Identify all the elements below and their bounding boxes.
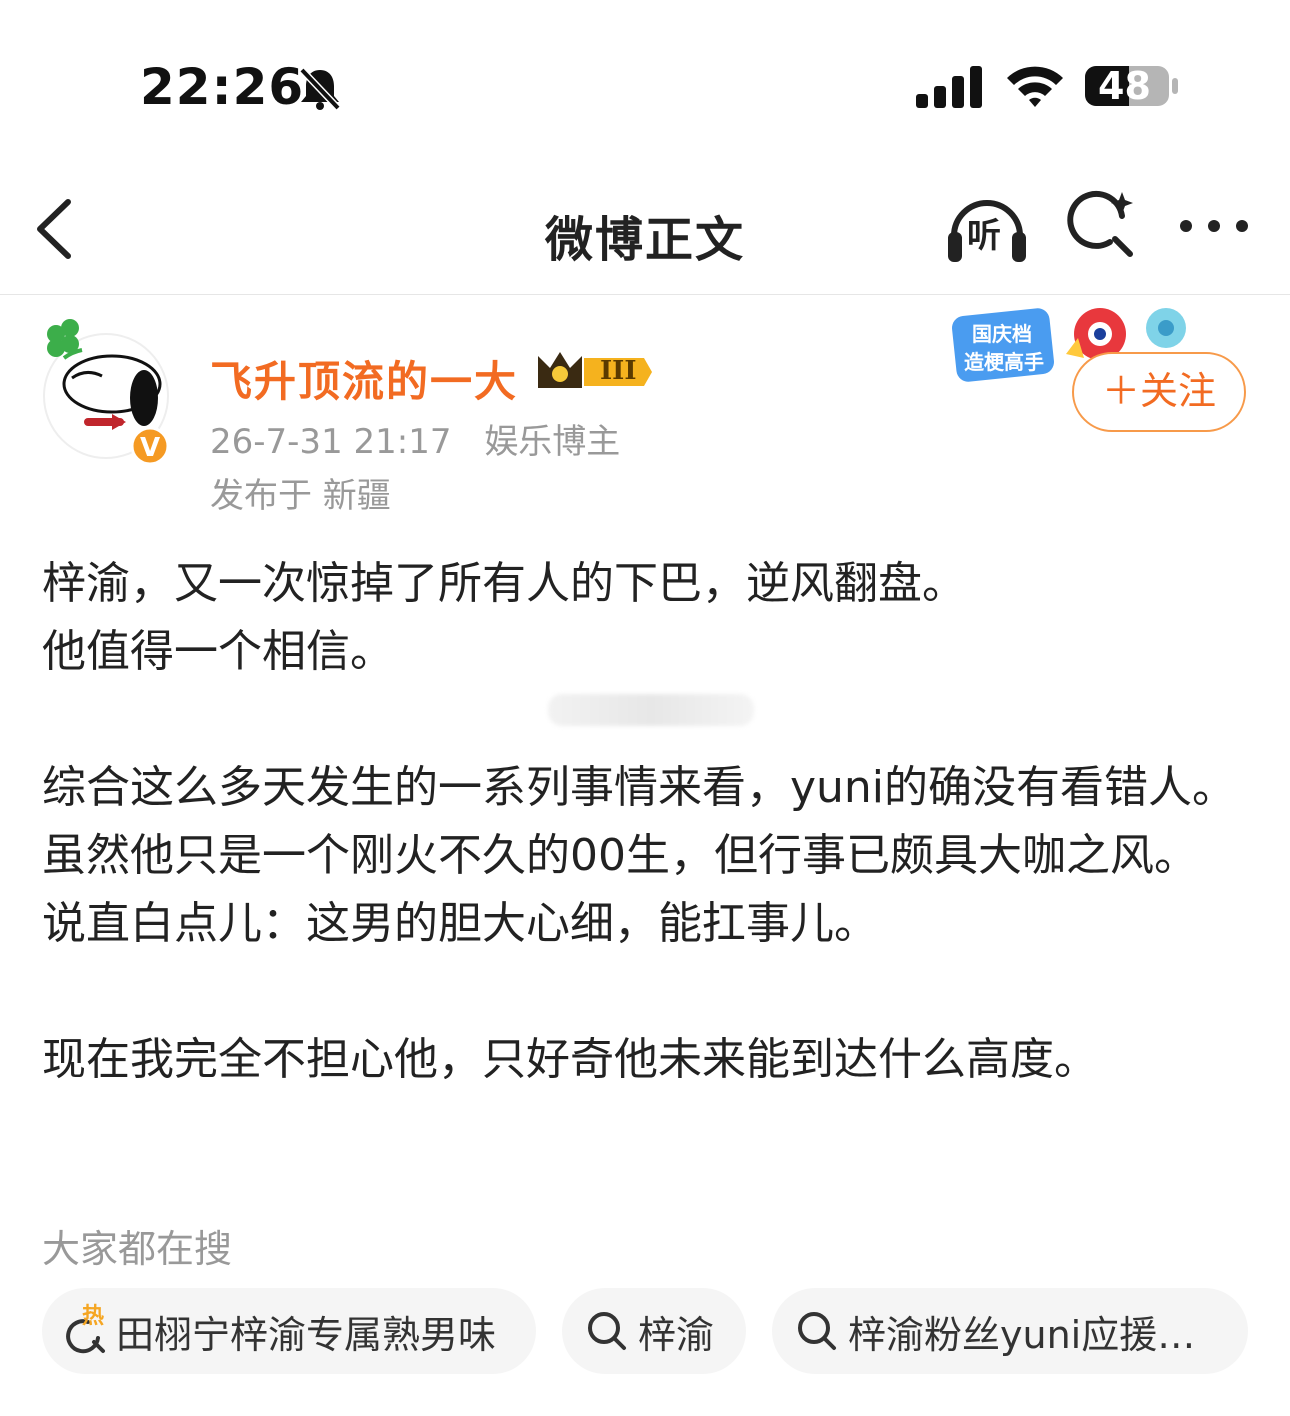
promo-text-2: 造梗高手: [964, 350, 1044, 374]
battery-level: 48: [1098, 64, 1151, 108]
hot-badge: 热: [82, 1304, 105, 1329]
svg-text:V: V: [140, 433, 160, 463]
post-timestamp: 26-7-31 21:17: [210, 422, 452, 462]
promo-text-1: 国庆档: [972, 322, 1032, 346]
more-options-icon[interactable]: [1178, 206, 1250, 246]
search-chip-label: 田栩宁梓渝专属熟男味: [116, 1312, 497, 1357]
post-meta: 26-7-31 21:17 娱乐博主: [210, 414, 642, 463]
search-chip-1[interactable]: 热 田栩宁梓渝专属熟男味: [42, 1288, 536, 1374]
post-line-3: 综合这么多天发生的一系列事情来看，yuni的确没有看错人。虽然他只是一个刚火不久…: [42, 762, 1237, 881]
search-chip-label: 梓渝粉丝yuni应援…: [848, 1312, 1196, 1357]
battery-indicator: 48: [1084, 62, 1180, 110]
search-chip-2[interactable]: 梓渝: [562, 1288, 746, 1374]
post-location: 发布于 新疆: [210, 476, 391, 516]
author-avatar[interactable]: V: [42, 318, 170, 466]
status-time: 22:26: [140, 58, 305, 116]
vip-crown-badge: III: [534, 348, 652, 396]
author-category: 娱乐博主: [484, 422, 621, 462]
post-content: 梓渝，又一次惊掉了所有人的下巴，逆风翻盘。 他值得一个相信。 综合这么多天发生的…: [42, 550, 1252, 1094]
search-icon: [798, 1312, 836, 1350]
search-section-title: 大家都在搜: [42, 1227, 233, 1271]
blurred-watermark: [548, 694, 754, 726]
follow-button[interactable]: ＋关注: [1072, 352, 1246, 432]
author-name[interactable]: 飞升顶流的一大: [210, 348, 518, 409]
search-icon: [588, 1312, 626, 1350]
bell-muted-icon: [299, 67, 341, 110]
post-line-1: 梓渝，又一次惊掉了所有人的下巴，逆风翻盘。: [42, 558, 966, 609]
listen-label[interactable]: 听: [967, 208, 1001, 257]
wifi-icon: [1007, 66, 1063, 107]
cellular-signal-icon: [916, 66, 982, 108]
vip-level-text: III: [600, 356, 637, 386]
ai-search-icon[interactable]: [1066, 190, 1136, 260]
post-line-4: 说直白点儿：这男的胆大心细，能扛事儿。: [42, 898, 878, 949]
post-line-5: 现在我完全不担心他，只好奇他未来能到达什么高度。: [42, 1034, 1098, 1085]
post-line-2: 他值得一个相信。: [42, 626, 394, 677]
search-chip-label: 梓渝: [638, 1312, 715, 1357]
navigation-bar: 微博正文 听: [0, 168, 1290, 295]
search-chip-3[interactable]: 梓渝粉丝yuni应援…: [772, 1288, 1248, 1374]
